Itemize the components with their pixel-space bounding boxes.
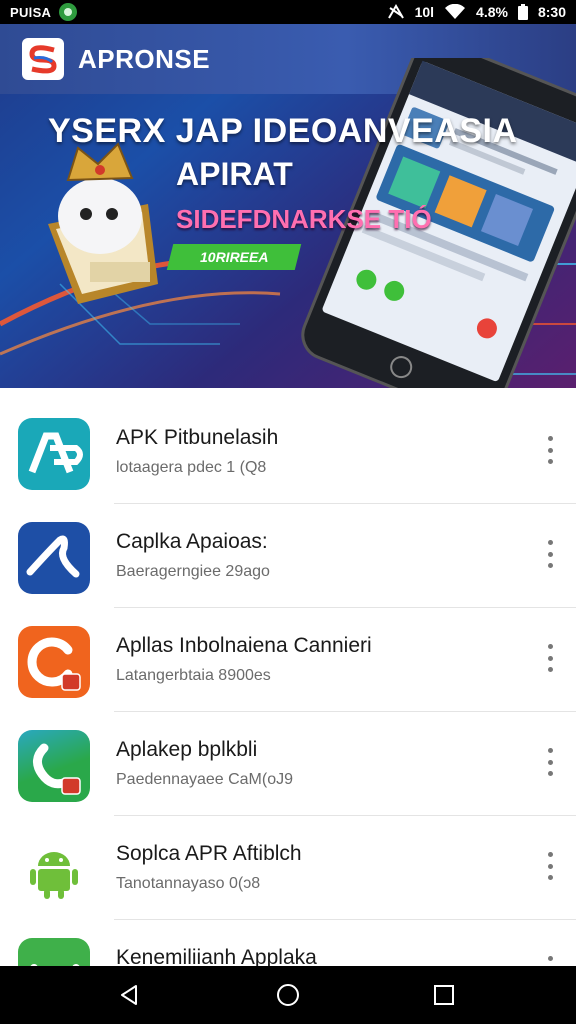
banner-headline: YSERX JAP IDEOANVEASIA (48, 112, 518, 150)
ap-icon (18, 418, 90, 490)
home-button[interactable] (248, 966, 328, 1024)
app-subtitle: Latangerbtaia 8900es (116, 667, 271, 684)
app-subtitle: Tanotannayaso 0(ɔ8 (116, 875, 261, 892)
app-subtitle: Baeragerngiee 29ago (116, 563, 270, 580)
app-subtitle: Paedennayaee CaM(oJ9 (116, 771, 294, 788)
app-title: Soplca APR Aftiblch (116, 842, 302, 865)
mascot-illustration (48, 142, 158, 304)
app-title: Apllas Inbolnaiena Cannieri (116, 634, 372, 657)
brand-name: APRONSE (78, 44, 211, 74)
back-icon (121, 985, 137, 1005)
brand-logo (22, 38, 64, 80)
banner-subheadline: APIRAT (176, 156, 293, 192)
status-icons: 10l 4.8% 8:30 (387, 4, 566, 20)
wifi-icon (445, 4, 466, 19)
list-item[interactable]: Kenemiliianh Applaka (0, 920, 576, 966)
clock: 8:30 (537, 4, 566, 20)
overflow-menu-icon[interactable] (544, 540, 556, 568)
app-title: Kenemiliianh Applaka (116, 946, 317, 966)
signal-label: 10l (414, 4, 435, 20)
orange-c-icon (18, 626, 90, 698)
green-app-icon (18, 938, 90, 966)
list-item[interactable]: Caplka Apaioas: Baeragerngiee 29ago (0, 504, 576, 608)
battery-icon (517, 4, 528, 20)
recents-icon (434, 985, 454, 1005)
overflow-menu-icon[interactable] (544, 852, 556, 880)
list-item[interactable]: Aplakep bplkbli Paedennayaee CaM(oJ9 (0, 712, 576, 816)
recents-button[interactable] (404, 966, 484, 1024)
app-title: Caplka Apaioas: (116, 530, 268, 553)
banner-cta-button[interactable]: 10RIREEA (166, 244, 302, 270)
list-item[interactable]: Soplca APR Aftiblch Tanotannayaso 0(ɔ8 (0, 816, 576, 920)
home-icon (277, 984, 299, 1006)
battery-percent: 4.8% (476, 4, 508, 20)
list-item[interactable]: Apllas Inbolnaiena Cannieri Latangerbtai… (0, 608, 576, 712)
navigation-bar (0, 966, 576, 1024)
android-icon (18, 834, 90, 906)
back-button[interactable] (90, 966, 170, 1024)
app-list[interactable]: APK Pitbunelasih lotaagera pdec 1 (Q8 Ca… (0, 400, 576, 966)
blue-logo-icon (18, 522, 90, 594)
app-title: Aplakep bplkbli (116, 738, 258, 761)
carrier-app-icon (59, 3, 78, 21)
banner-cta-label: 10RIREEA (199, 249, 269, 265)
status-bar: PUlSA 10l 4.8% 8:30 (0, 0, 576, 24)
overflow-menu-icon[interactable] (544, 436, 556, 464)
app-subtitle: lotaagera pdec 1 (Q8 (116, 459, 267, 476)
green-phone-icon (18, 730, 90, 802)
nfc-icon (387, 4, 404, 19)
carrier-label: PUlSA (10, 4, 52, 20)
list-item[interactable]: APK Pitbunelasih lotaagera pdec 1 (Q8 (0, 400, 576, 504)
overflow-menu-icon[interactable] (544, 748, 556, 776)
brand-s-logo-icon (29, 45, 57, 74)
promo-banner[interactable]: APRONSE YSERX JAP IDEOANVEASIA APIRAT SI… (0, 24, 576, 388)
app-title: APK Pitbunelasih (116, 426, 279, 449)
banner-tagline: SIDEFDNARKSE TIÓ (176, 204, 432, 234)
overflow-menu-icon[interactable] (544, 956, 556, 966)
overflow-menu-icon[interactable] (544, 644, 556, 672)
